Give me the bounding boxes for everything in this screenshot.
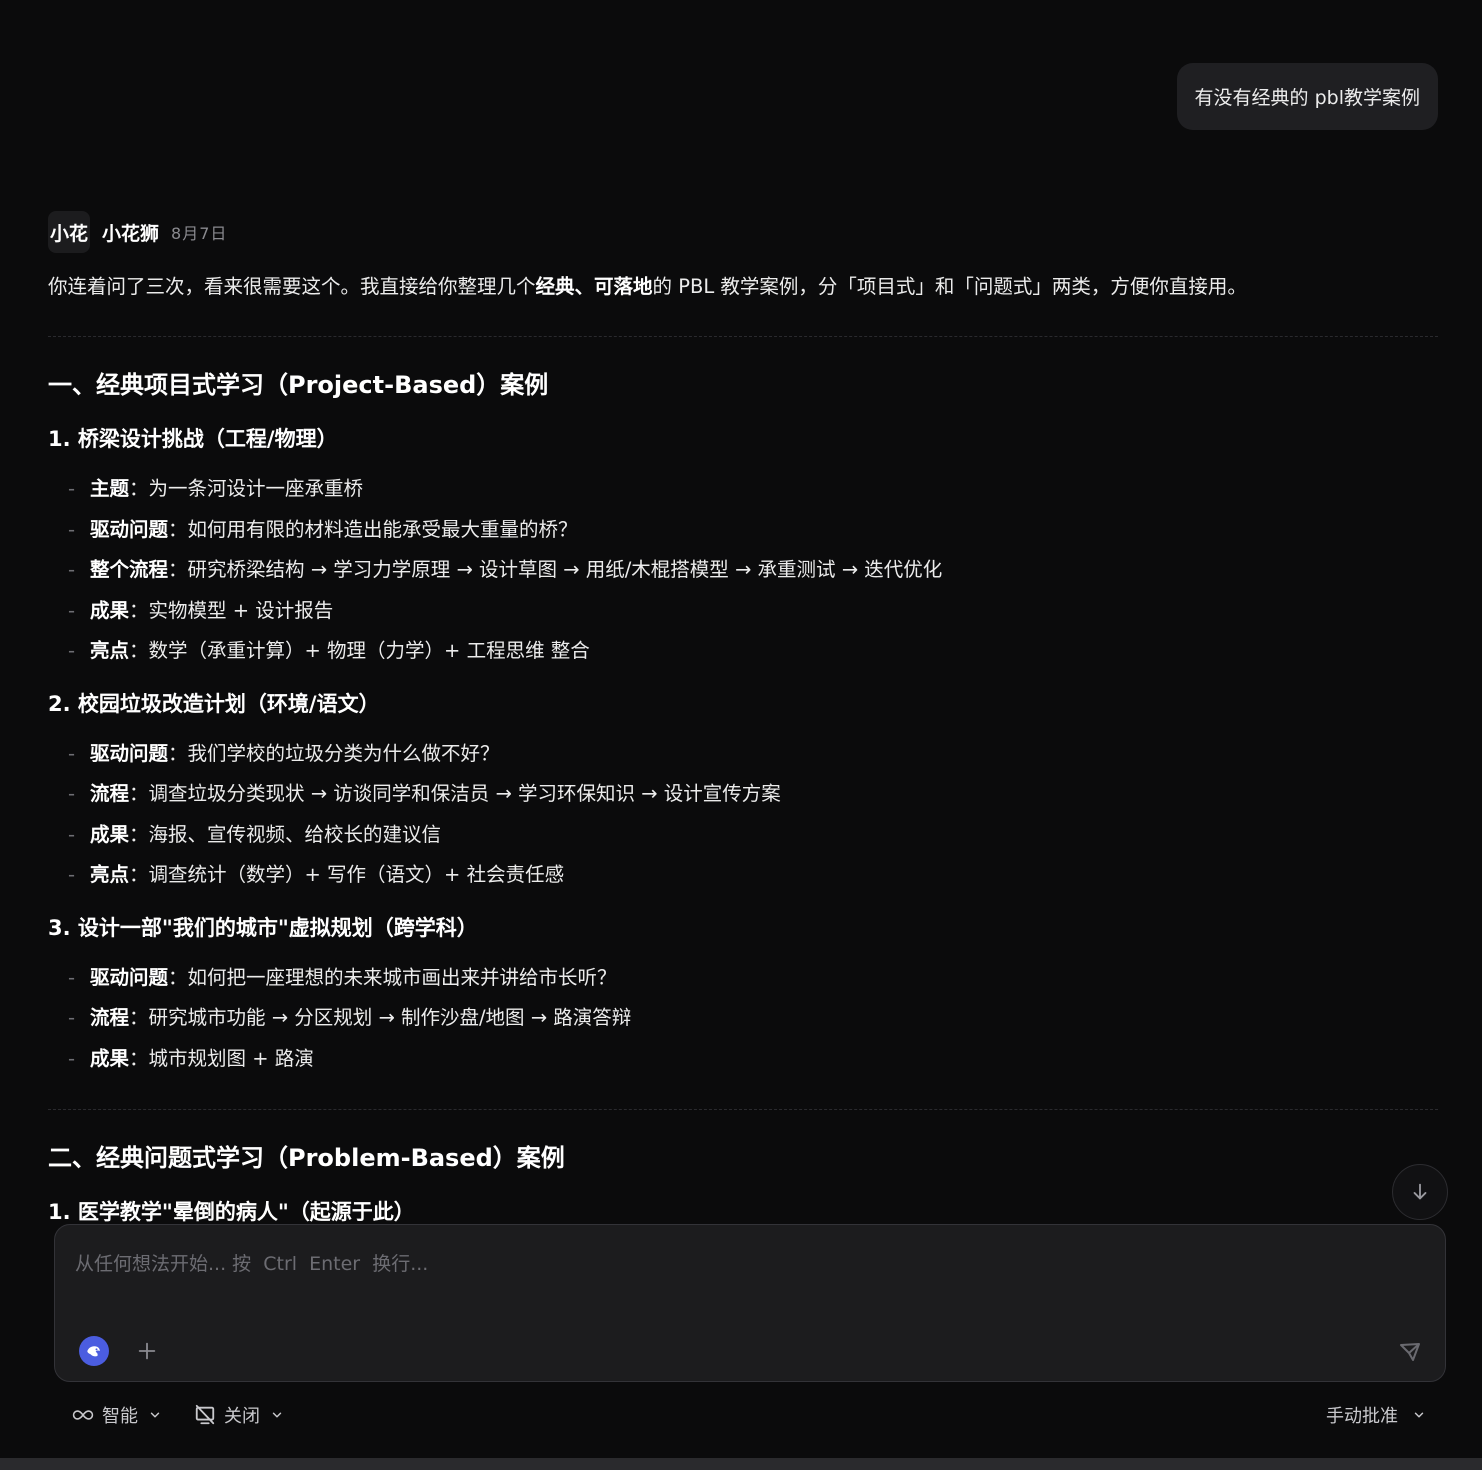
user-message-bubble: 有没有经典的 pbl教学案例 [1176, 63, 1438, 130]
section-heading-project: 一、经典项目式学习（Project-Based）案例 [48, 371, 549, 399]
case-list: - 驱动问题：如何把一座理想的未来城市画出来并讲给市长听？ - 流程：研究城市功能 … [48, 958, 1438, 1080]
assistant-mode-icon[interactable] [79, 1336, 109, 1366]
intro-paragraph: 你连着问了三次，看来很需要这个。我直接给你整理几个经典、可落地的 PBL 教学案… [48, 268, 1438, 306]
composer [54, 1224, 1446, 1382]
case-heading: 3. 设计一部"我们的城市"虚拟规划（跨学科） [48, 915, 478, 940]
chevron-down-icon [148, 1408, 162, 1422]
section-divider [48, 1109, 1438, 1110]
mode-selector[interactable]: 智能 [72, 1392, 162, 1438]
section-divider [48, 336, 1438, 337]
list-item: - 亮点：数学（承重计算）+ 物理（力学）+ 工程思维 整合 [68, 639, 590, 662]
list-item: - 驱动问题：如何用有限的材料造出能承受最大重量的桥？ [68, 517, 578, 541]
assistant-name: 小花狮 [102, 222, 160, 245]
list-item: - 成果：实物模型 + 设计报告 [68, 598, 334, 622]
list-item: - 成果：海报、宣传视频、给校长的建议信 [68, 822, 442, 846]
chat-scroll-area[interactable]: 有没有经典的 pbl教学案例 小花 小花狮 8月7日 你连着问了三次，看来很需要… [0, 0, 1482, 1224]
bottom-toolbar: 智能 关闭 手动批准 [54, 1392, 1444, 1438]
list-item: - 流程：调查垃圾分类现状 → 访谈同学和保洁员 → 学习环保知识 → 设计宣传方… [68, 782, 781, 805]
message-date: 8月7日 [171, 224, 228, 243]
list-item: - 成果：城市规划图 + 路演 [68, 1046, 314, 1070]
arrow-down-icon [1413, 1183, 1427, 1200]
case-heading: 2. 校园垃圾改造计划（环境/语文） [48, 691, 380, 716]
infinity-icon [72, 1408, 94, 1422]
intro-text-1: 你连着问了三次，看来很需要这个。我直接给你整理几个 [48, 275, 536, 298]
approval-label: 手动批准 [1326, 1406, 1398, 1427]
case-list: - 主题：为一条河设计一座承重桥 - 驱动问题：如何用有限的材料造出能承受最大重量的… [48, 469, 1438, 672]
list-item: - 流程：研究城市功能 → 分区规划 → 制作沙盘/地图 → 路演答辩 [68, 1006, 632, 1029]
plus-icon [138, 1342, 156, 1360]
case-list: - 驱动问题：我们学校的垃圾分类为什么做不好？ - 流程：调查垃圾分类现状 → 访谈… [48, 734, 1438, 896]
chevron-down-icon [270, 1408, 284, 1422]
approval-selector[interactable]: 手动批准 [1326, 1392, 1426, 1438]
message-input[interactable] [73, 1243, 1417, 1285]
chevron-down-icon [1412, 1408, 1426, 1422]
toggle-label: 关闭 [224, 1406, 260, 1427]
add-attachment-button[interactable] [133, 1337, 161, 1365]
assistant-avatar: 小花 [48, 211, 90, 253]
send-button[interactable] [1397, 1339, 1423, 1365]
list-item: - 驱动问题：如何把一座理想的未来城市画出来并讲给市长听？ [68, 965, 617, 989]
mode-label: 智能 [102, 1406, 138, 1427]
list-item: - 主题：为一条河设计一座承重桥 [68, 477, 364, 500]
case-heading: 1. 桥梁设计挑战（工程/物理） [48, 427, 338, 451]
assistant-header: 小花 小花狮 8月7日 [48, 211, 228, 253]
list-item: - 驱动问题：我们学校的垃圾分类为什么做不好？ [68, 741, 500, 765]
scroll-to-bottom-button[interactable] [1392, 1164, 1448, 1220]
window-bottom-edge [0, 1458, 1482, 1470]
intro-bold: 经典、可落地 [535, 275, 653, 298]
list-item: - 亮点：调查统计（数学）+ 写作（语文）+ 社会责任感 [68, 863, 565, 886]
intro-text-2: 的 PBL 教学案例，分「项目式」和「问题式」两类，方便你直接用。 [652, 275, 1247, 298]
toggle-selector[interactable]: 关闭 [194, 1392, 284, 1438]
send-icon [1400, 1343, 1420, 1361]
list-item: - 整个流程：研究桥梁结构 → 学习力学原理 → 设计草图 → 用纸/木棍搭模型 … [68, 558, 943, 581]
section-heading-problem: 二、经典问题式学习（Problem-Based）案例 [48, 1144, 565, 1172]
case-heading: 1. 医学教学"晕倒的病人"（起源于此） [48, 1200, 415, 1224]
screen-off-icon [194, 1404, 216, 1426]
assistant-message: 你连着问了三次，看来很需要这个。我直接给你整理几个经典、可落地的 PBL 教学案… [48, 268, 1438, 1224]
